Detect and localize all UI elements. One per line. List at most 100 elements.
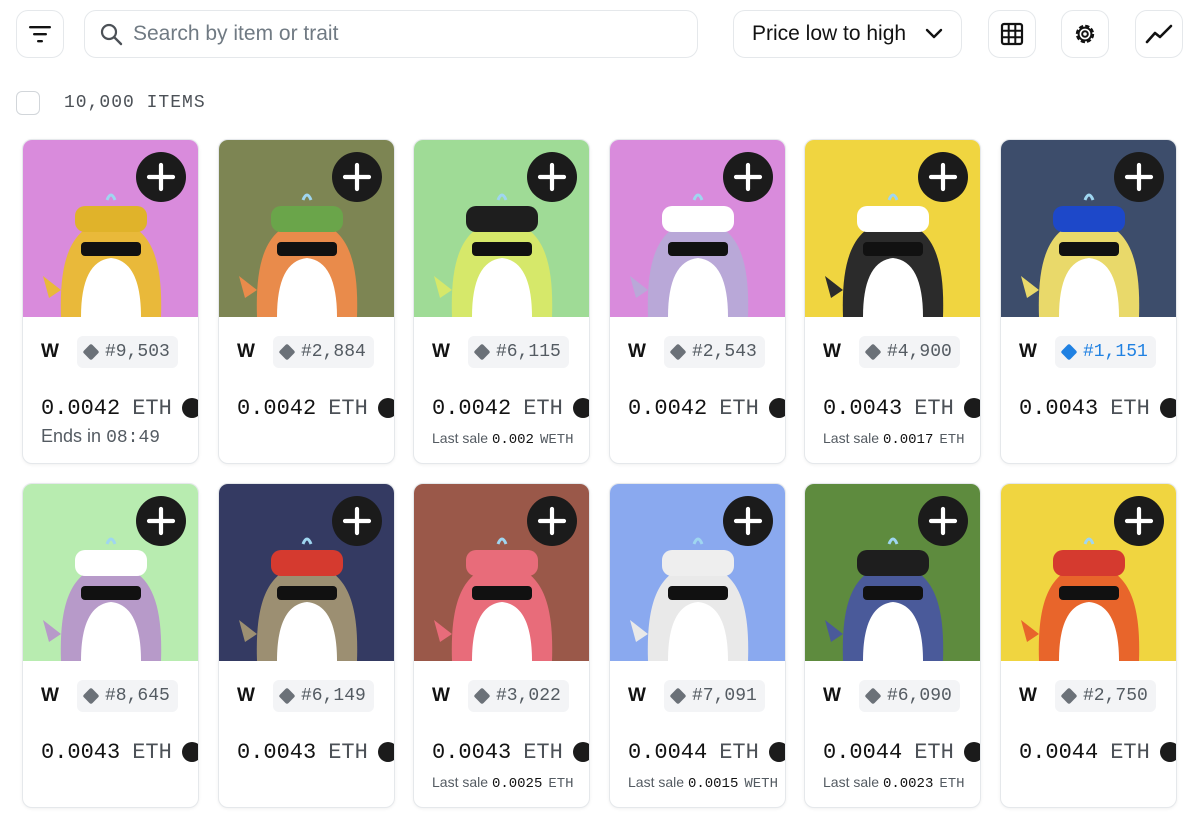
card-meta: W #6,115 <box>432 336 581 368</box>
token-id: #6,090 <box>887 686 952 706</box>
nft-card[interactable]: W #3,022 0.0043 ETH Last sale 0.0025 ETH <box>413 483 590 808</box>
card-meta: W #3,022 <box>432 680 581 712</box>
nft-image[interactable] <box>23 140 198 317</box>
diamond-icon <box>278 687 296 705</box>
nft-card[interactable]: W #6,115 0.0042 ETH Last sale 0.002 WETH <box>413 139 590 464</box>
nft-card[interactable]: W #9,503 0.0042 ETH Ends in 08:49 <box>22 139 199 464</box>
add-to-cart-button[interactable] <box>527 152 577 202</box>
diamond-icon <box>1060 687 1078 705</box>
collection-logo: W <box>628 341 646 362</box>
plus-icon <box>1124 162 1154 192</box>
currency-icon <box>768 398 785 418</box>
currency-icon <box>963 742 980 762</box>
token-id: #7,091 <box>692 686 757 706</box>
token-id-badge: #2,750 <box>1055 680 1156 712</box>
add-to-cart-button[interactable] <box>723 152 773 202</box>
card-meta: W #6,090 <box>823 680 972 712</box>
plus-icon <box>537 162 567 192</box>
last-sale: Last sale 0.0017 ETH <box>823 430 965 448</box>
add-to-cart-button[interactable] <box>527 496 577 546</box>
add-to-cart-button[interactable] <box>332 152 382 202</box>
currency-icon <box>181 398 198 418</box>
nft-card[interactable]: W #7,091 0.0044 ETH Last sale 0.0015 WETH <box>609 483 786 808</box>
diamond-icon <box>82 687 100 705</box>
price-unit: ETH <box>523 395 563 421</box>
price-value: 0.0043 <box>432 739 512 765</box>
price-value: 0.0042 <box>432 395 512 421</box>
currency-icon <box>1159 398 1176 418</box>
add-to-cart-button[interactable] <box>1114 496 1164 546</box>
add-to-cart-button[interactable] <box>332 496 382 546</box>
diamond-icon <box>669 343 687 361</box>
auction-timer: Ends in 08:49 <box>41 426 161 448</box>
nft-card[interactable]: W #6,149 0.0043 ETH <box>218 483 395 808</box>
diamond-icon <box>278 343 296 361</box>
settings-button[interactable] <box>1061 10 1109 58</box>
currency-icon <box>963 398 980 418</box>
search-input[interactable] <box>133 22 673 46</box>
last-sale: Last sale 0.0023 ETH <box>823 774 965 792</box>
token-id: #2,884 <box>301 342 366 362</box>
nft-image[interactable] <box>1001 484 1176 661</box>
price-value: 0.0043 <box>823 395 903 421</box>
nft-card[interactable]: W #2,543 0.0042 ETH <box>609 139 786 464</box>
diamond-icon <box>473 687 491 705</box>
nft-image[interactable] <box>23 484 198 661</box>
nft-image[interactable] <box>610 484 785 661</box>
plus-icon <box>928 162 958 192</box>
price-unit: ETH <box>132 739 172 765</box>
nft-image[interactable] <box>414 140 589 317</box>
price: 0.0044 ETH <box>823 738 980 766</box>
select-all-checkbox[interactable] <box>16 91 40 115</box>
toolbar: Price low to high <box>16 10 1183 59</box>
collection-logo: W <box>237 341 255 362</box>
plus-icon <box>342 162 372 192</box>
nft-image[interactable] <box>805 484 980 661</box>
collection-logo: W <box>1019 341 1037 362</box>
card-meta: W #4,900 <box>823 336 972 368</box>
plus-icon <box>928 506 958 536</box>
nft-card[interactable]: W #2,884 0.0042 ETH <box>218 139 395 464</box>
grid-view-button[interactable] <box>988 10 1036 58</box>
card-meta: W #2,543 <box>628 336 777 368</box>
nft-image[interactable] <box>610 140 785 317</box>
add-to-cart-button[interactable] <box>1114 152 1164 202</box>
activity-button[interactable] <box>1135 10 1183 58</box>
nft-image[interactable] <box>219 484 394 661</box>
add-to-cart-button[interactable] <box>723 496 773 546</box>
token-id: #6,115 <box>496 342 561 362</box>
nft-card[interactable]: W #4,900 0.0043 ETH Last sale 0.0017 ETH <box>804 139 981 464</box>
currency-icon <box>572 398 589 418</box>
add-to-cart-button[interactable] <box>136 152 186 202</box>
nft-image[interactable] <box>414 484 589 661</box>
add-to-cart-button[interactable] <box>918 152 968 202</box>
filter-lines-icon <box>29 26 51 43</box>
price-unit: ETH <box>523 739 563 765</box>
nft-image[interactable] <box>219 140 394 317</box>
filter-button[interactable] <box>16 10 64 58</box>
plus-icon <box>146 162 176 192</box>
nft-card[interactable]: W #6,090 0.0044 ETH Last sale 0.0023 ETH <box>804 483 981 808</box>
nft-image[interactable] <box>805 140 980 317</box>
add-to-cart-button[interactable] <box>918 496 968 546</box>
price-unit: ETH <box>328 739 368 765</box>
nft-image[interactable] <box>1001 140 1176 317</box>
diamond-icon <box>473 343 491 361</box>
token-id-badge: #3,022 <box>468 680 569 712</box>
token-id-badge: #1,151 <box>1055 336 1156 368</box>
price: 0.0043 ETH <box>1019 394 1176 422</box>
card-meta: W #2,750 <box>1019 680 1168 712</box>
nft-card[interactable]: W #8,645 0.0043 ETH <box>22 483 199 808</box>
nft-card[interactable]: W #2,750 0.0044 ETH <box>1000 483 1177 808</box>
price-unit: ETH <box>132 395 172 421</box>
price-unit: ETH <box>328 395 368 421</box>
price: 0.0042 ETH <box>41 394 198 422</box>
add-to-cart-button[interactable] <box>136 496 186 546</box>
price-value: 0.0042 <box>41 395 121 421</box>
plus-icon <box>733 506 763 536</box>
nft-card[interactable]: W #1,151 0.0043 ETH <box>1000 139 1177 464</box>
price-value: 0.0043 <box>237 739 317 765</box>
token-id: #8,645 <box>105 686 170 706</box>
sort-dropdown[interactable]: Price low to high <box>733 10 962 58</box>
price-unit: ETH <box>1110 739 1150 765</box>
